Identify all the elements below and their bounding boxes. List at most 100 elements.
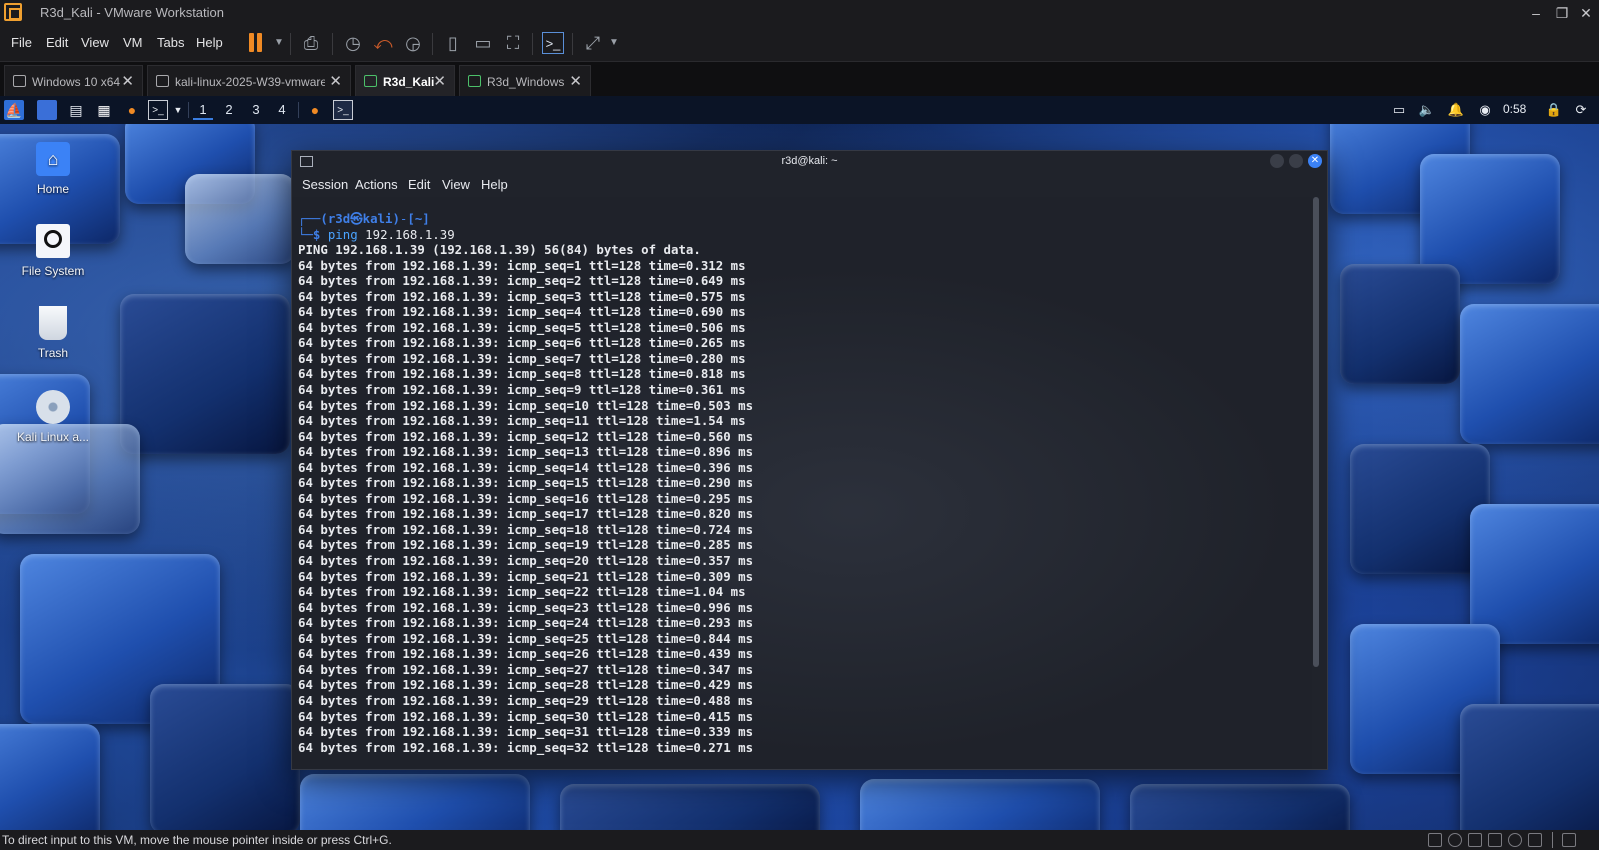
power-icon[interactable]: ⟳ (1572, 101, 1590, 119)
terminal-launcher-icon[interactable]: >_ (148, 100, 168, 120)
workspace-2[interactable]: 2 (219, 100, 239, 120)
desktop-icon-home[interactable]: ⌂ Home (8, 142, 98, 196)
revert-snapshot-icon[interactable]: ⤺ (372, 32, 394, 54)
notification-bell-icon[interactable]: 🔔 (1447, 101, 1465, 119)
terminal-window-icon[interactable]: >_ (333, 100, 353, 120)
launcher-dropdown-icon[interactable]: ▼ (168, 100, 188, 120)
home-folder-icon: ⌂ (36, 142, 70, 176)
console-view-icon[interactable]: >_ (542, 32, 564, 54)
menu-help[interactable]: Help (196, 35, 223, 50)
terminal-titlebar[interactable]: r3d@kali: ~ ✕ (292, 151, 1327, 173)
firefox-icon[interactable]: ● (122, 100, 142, 120)
workspace-1[interactable]: 1 (193, 100, 213, 120)
ping-reply-line: 64 bytes from 192.168.1.39: icmp_seq=4 t… (298, 304, 746, 320)
menu-vm[interactable]: VM (123, 35, 143, 50)
terminal-window[interactable]: r3d@kali: ~ ✕ Session Actions Edit View … (291, 150, 1328, 770)
sound-card-icon[interactable] (1488, 833, 1502, 847)
send-ctrl-alt-del-icon[interactable]: ⎙ (300, 32, 322, 54)
text-editor-icon[interactable]: ▦ (94, 100, 114, 120)
desktop-icon-trash[interactable]: Trash (8, 306, 98, 360)
prompt-symbol: $ (312, 226, 328, 242)
terminal-menu-edit[interactable]: Edit (408, 177, 430, 192)
network-icon[interactable]: ◉ (1476, 101, 1494, 119)
command-args: 192.168.1.39 (365, 226, 455, 242)
wallpaper-cube (1460, 304, 1599, 444)
show-library-icon[interactable]: ▯ (442, 32, 464, 54)
wallpaper-cube (185, 174, 295, 264)
tab-kali-linux-2025[interactable]: kali-linux-2025-W39-vmware-a... ✕ (147, 65, 351, 96)
tab-close-icon[interactable]: ✕ (433, 72, 446, 90)
desktop-icon-label: File System (21, 264, 85, 278)
pause-dropdown-icon[interactable]: ▼ (268, 32, 290, 54)
prompt-directory: [~] (407, 211, 430, 226)
ping-reply-line: 64 bytes from 192.168.1.39: icmp_seq=8 t… (298, 366, 746, 382)
minimize-icon[interactable]: – (1524, 2, 1548, 24)
vmware-logo-icon (4, 3, 22, 21)
terminal-maximize-icon[interactable] (1289, 154, 1303, 168)
terminal-minimize-icon[interactable] (1270, 154, 1284, 168)
toolbar-separator (332, 33, 333, 55)
snapshot-manager-icon[interactable]: ◶ (402, 32, 424, 54)
wallpaper-cube (860, 779, 1100, 830)
terminal-menu-actions[interactable]: Actions (355, 177, 398, 192)
lock-icon[interactable]: 🔒 (1545, 101, 1563, 119)
status-separator (1552, 832, 1553, 848)
firefox-window-icon[interactable]: ● (305, 100, 325, 120)
volume-icon[interactable]: 🔈 (1418, 101, 1436, 119)
terminal-menu-view[interactable]: View (442, 177, 470, 192)
fullscreen-icon[interactable]: ⛶ (502, 32, 524, 54)
printer-icon[interactable] (1528, 833, 1542, 847)
close-icon[interactable]: ✕ (1574, 2, 1598, 24)
ping-reply-line: 64 bytes from 192.168.1.39: icmp_seq=23 … (298, 599, 754, 615)
tab-windows-10[interactable]: Windows 10 x64 ✕ (4, 65, 143, 96)
desktop-icon-kali-disc[interactable]: Kali Linux a... (8, 390, 98, 444)
wallpaper-cube (1470, 504, 1599, 644)
menu-tabs[interactable]: Tabs (157, 35, 184, 50)
menu-file[interactable]: File (11, 35, 32, 50)
terminal-close-icon[interactable]: ✕ (1308, 154, 1322, 168)
usb-icon[interactable] (1508, 833, 1522, 847)
terminal-output-area[interactable]: ┌──(r3d㉿kali)-[~] └─$ ping 192.168.1.39 … (292, 197, 1312, 769)
wallpaper-cube (1130, 784, 1350, 830)
panel-separator (188, 102, 189, 118)
message-log-icon[interactable] (1562, 833, 1576, 847)
stretch-dropdown-icon[interactable]: ▼ (603, 32, 625, 54)
status-message: To direct input to this VM, move the mou… (2, 833, 392, 847)
prompt-line: ┌──(r3d㉿kali)-[~] (298, 211, 1312, 227)
restore-icon[interactable]: ❐ (1550, 2, 1574, 24)
ping-reply-line: 64 bytes from 192.168.1.39: icmp_seq=21 … (298, 568, 754, 584)
ping-reply-line: 64 bytes from 192.168.1.39: icmp_seq=11 … (298, 413, 746, 429)
ping-reply-line: 64 bytes from 192.168.1.39: icmp_seq=32 … (298, 739, 754, 755)
ping-reply-line: 64 bytes from 192.168.1.39: icmp_seq=17 … (298, 506, 754, 522)
vm-tab-bar: Windows 10 x64 ✕ kali-linux-2025-W39-vmw… (0, 62, 1599, 96)
terminal-menu-session[interactable]: Session (302, 177, 348, 192)
ping-reply-line: 64 bytes from 192.168.1.39: icmp_seq=25 … (298, 630, 754, 646)
tab-r3d-windows[interactable]: R3d_Windows ✕ (459, 65, 591, 96)
workspace-4[interactable]: 4 (272, 100, 292, 120)
cd-dvd-icon[interactable] (1448, 833, 1462, 847)
ping-reply-line: 64 bytes from 192.168.1.39: icmp_seq=7 t… (298, 350, 746, 366)
show-desktop-icon[interactable] (37, 100, 57, 120)
terminal-scrollbar[interactable] (1313, 197, 1319, 667)
desktop-icon-file-system[interactable]: File System (8, 224, 98, 278)
menu-edit[interactable]: Edit (46, 35, 68, 50)
display-icon[interactable]: ▭ (1390, 101, 1408, 119)
hard-disk-icon[interactable] (1428, 833, 1442, 847)
file-manager-icon[interactable]: ▤ (66, 100, 86, 120)
menu-view[interactable]: View (81, 35, 109, 50)
workspace-3[interactable]: 3 (246, 100, 266, 120)
tab-close-icon[interactable]: ✕ (121, 72, 134, 90)
clock[interactable]: 0:58 (1503, 102, 1526, 116)
tab-close-icon[interactable]: ✕ (329, 72, 342, 90)
toolbar-separator (532, 33, 533, 55)
ping-reply-line: 64 bytes from 192.168.1.39: icmp_seq=15 … (298, 475, 754, 491)
thumbnail-bar-icon[interactable]: ▭ (472, 32, 494, 54)
stretch-guest-icon[interactable]: ⤢ (582, 32, 604, 54)
tab-close-icon[interactable]: ✕ (569, 72, 582, 90)
wallpaper-cube (1350, 444, 1490, 574)
network-adapter-icon[interactable] (1468, 833, 1482, 847)
kali-menu-icon[interactable]: ⛵ (4, 100, 24, 120)
terminal-menu-help[interactable]: Help (481, 177, 508, 192)
snapshot-icon[interactable]: ◷ (342, 32, 364, 54)
tab-r3d-kali[interactable]: R3d_Kali ✕ (355, 65, 455, 96)
